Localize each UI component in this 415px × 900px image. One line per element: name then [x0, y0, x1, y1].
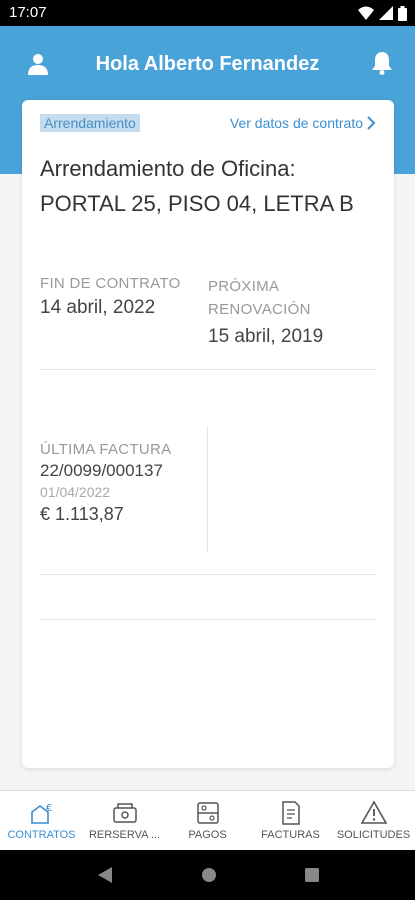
wifi-icon: [358, 6, 374, 20]
battery-icon: [398, 5, 407, 21]
last-invoice-number: 22/0099/000137: [40, 461, 163, 480]
last-invoice[interactable]: ÚLTIMA FACTURA 22/0099/000137 01/04/2022…: [40, 441, 171, 525]
bottom-nav: € CONTRATOS RERSERVA ... PAGOS FACTURAS: [0, 790, 415, 850]
next-renewal-label: PRÓXIMA RENOVACIÓN: [208, 278, 311, 318]
end-of-contract-value: 14 abril, 2022: [40, 297, 156, 318]
nav-label-payments: PAGOS: [188, 829, 227, 841]
nav-label-requests: SOLICITUDES: [336, 829, 411, 841]
end-of-contract: FIN DE CONTRATO 14 abril, 2022: [40, 275, 181, 319]
nav-item-reservation[interactable]: RERSERVA ...: [83, 791, 166, 850]
status-icons: [358, 5, 407, 21]
reservation-icon: [112, 803, 137, 823]
home-icon[interactable]: [201, 867, 217, 883]
next-renewal: PRÓXIMA RENOVACIÓN 15 abril, 2019: [208, 275, 378, 348]
svg-text:€: €: [46, 803, 52, 814]
nav-label-reservation: RERSERVA ...: [88, 829, 161, 841]
last-invoice-date: 01/04/2022: [40, 484, 111, 500]
bell-icon[interactable]: [371, 51, 393, 75]
view-contract-link[interactable]: Ver datos de contrato: [230, 115, 376, 131]
last-invoice-amount: € 1.113,87: [40, 504, 124, 524]
divider: [40, 574, 376, 575]
signal-icon: [379, 6, 393, 20]
contract-type-tag: Arrendamiento: [40, 114, 140, 132]
divider: [40, 619, 376, 620]
view-contract-label: Ver datos de contrato: [229, 115, 363, 131]
payments-icon: [196, 802, 219, 824]
nav-item-contracts[interactable]: € CONTRATOS: [0, 791, 83, 850]
nav-item-requests[interactable]: SOLICITUDES: [332, 791, 415, 850]
invoices-icon: [281, 801, 300, 825]
chevron-right-icon: [367, 116, 376, 130]
nav-label-invoices: FACTURAS: [261, 829, 320, 841]
system-nav-bar: [0, 850, 415, 900]
contract-card[interactable]: Arrendamiento Ver datos de contrato Arre…: [22, 100, 394, 768]
status-bar: 17:07: [0, 0, 415, 26]
nav-item-payments[interactable]: PAGOS: [166, 791, 249, 850]
back-icon[interactable]: [97, 866, 113, 884]
contract-title: Arrendamiento de Oficina: PORTAL 25, PIS…: [40, 156, 354, 216]
greeting-title: Hola Alberto Fernandez: [95, 53, 320, 75]
vertical-separator: [207, 426, 208, 552]
contracts-icon: €: [30, 803, 52, 824]
next-renewal-value: 15 abril, 2019: [208, 326, 324, 347]
end-of-contract-label: FIN DE CONTRATO: [40, 275, 181, 292]
requests-icon: [360, 800, 387, 824]
nav-label-contracts: CONTRATOS: [7, 829, 76, 841]
nav-item-invoices[interactable]: FACTURAS: [249, 791, 332, 850]
recents-icon[interactable]: [304, 868, 319, 882]
divider: [40, 369, 376, 370]
last-invoice-label: ÚLTIMA FACTURA: [40, 441, 172, 458]
status-time: 17:07: [9, 4, 47, 21]
